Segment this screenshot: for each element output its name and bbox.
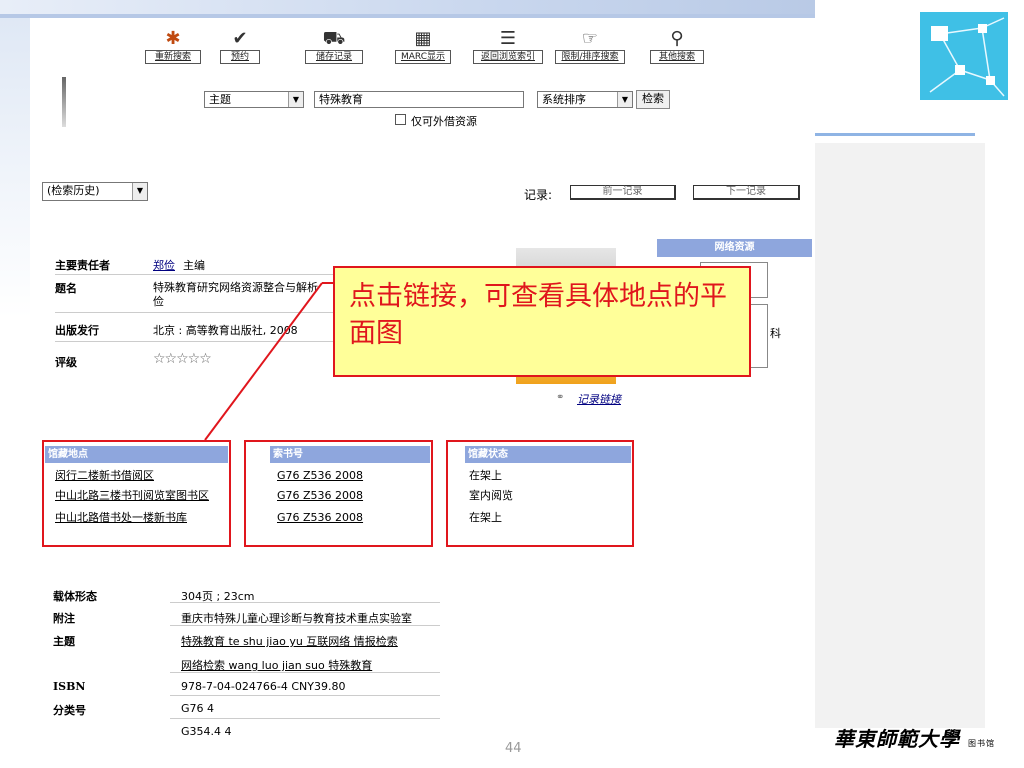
title-value-line1: 特殊教育研究网络资源整合与解析 <box>153 281 318 294</box>
university-logo: 華東師範大學 图书馆 <box>834 727 995 751</box>
history-select[interactable]: (检索历史) ▼ <box>42 182 148 201</box>
title-value-line2: 俭 <box>153 295 164 308</box>
slide-left-strip <box>0 18 30 318</box>
sparkle-icon: ✱ <box>165 28 181 49</box>
sort-select[interactable]: 系统排序 ▼ <box>537 91 633 108</box>
toolbar-other-search-button[interactable]: ⚲ 其他搜索 <box>650 28 704 66</box>
link-icon: ⚭ <box>556 392 565 403</box>
chevron-down-icon: ▼ <box>288 92 303 107</box>
slide-top-line <box>0 14 815 18</box>
toolbar-reserve-button[interactable]: ✔ 预约 <box>220 28 260 66</box>
network-logo-icon <box>920 12 1008 100</box>
isbn-label: ISBN <box>53 680 86 693</box>
search-separator <box>62 77 66 127</box>
format-label: 载体形态 <box>53 590 97 603</box>
chevron-down-icon: ▼ <box>132 183 147 200</box>
note-label: 附注 <box>53 612 75 625</box>
title-label: 题名 <box>55 282 77 295</box>
rating-stars[interactable]: ☆☆☆☆☆ <box>153 351 212 367</box>
loanable-only-label: 仅可外借资源 <box>411 115 477 128</box>
classification-label: 分类号 <box>53 704 86 717</box>
divider <box>55 312 335 313</box>
divider <box>170 625 440 626</box>
slide-accent-line <box>815 133 975 136</box>
subject-link[interactable]: 特殊教育 te shu jiao yu 互联网络 情报检索 <box>181 633 398 649</box>
divider <box>55 274 335 275</box>
magnifier-icon: ⚲ <box>670 28 684 49</box>
isbn-value: 978-7-04-024766-4 CNY39.80 <box>181 680 346 693</box>
toolbar-limit-sort-button[interactable]: ☞ 限制/排序搜索 <box>555 28 625 66</box>
highlight-box-call-number <box>244 440 433 547</box>
page-number: 44 <box>505 741 522 756</box>
toolbar-save-records-button[interactable]: ⛟ 储存记录 <box>305 28 363 66</box>
rating-label: 评级 <box>55 356 77 369</box>
subject-label: 主题 <box>53 635 75 648</box>
hand-search-icon: ☞ <box>581 28 599 49</box>
toolbar-new-search-button[interactable]: ✱ 重新搜索 <box>145 28 201 66</box>
net-resource-partial-label: 科 <box>770 327 781 340</box>
search-field-select[interactable]: 主题 ▼ <box>204 91 304 108</box>
divider <box>170 602 440 603</box>
author-link[interactable]: 郑俭 <box>153 257 175 273</box>
chevron-down-icon: ▼ <box>617 92 632 107</box>
record-nav-label: 记录: <box>524 188 553 202</box>
author-role: 主编 <box>183 259 205 272</box>
net-resources-header: 网络资源 <box>657 239 812 257</box>
annotation-callout: 点击链接，可查看具体地点的平面图 <box>333 266 751 377</box>
divider <box>55 341 335 342</box>
divider <box>170 672 440 673</box>
list-icon: ☰ <box>499 28 517 49</box>
toolbar-marc-display-button[interactable]: ▦ MARC显示 <box>395 28 451 66</box>
classification-value: G354.4 4 <box>181 725 232 738</box>
search-button[interactable]: 检索 <box>636 90 670 109</box>
marc-icon: ▦ <box>414 28 432 49</box>
loanable-only-checkbox[interactable] <box>395 114 406 125</box>
divider <box>170 695 440 696</box>
checkmark-icon: ✔ <box>232 28 248 49</box>
publisher-value: 北京 : 高等教育出版社, 2008 <box>153 324 298 337</box>
publisher-label: 出版发行 <box>55 324 99 337</box>
subject-link[interactable]: 网络检索 wang luo jian suo 特殊教育 <box>181 657 372 673</box>
highlight-box-status <box>446 440 634 547</box>
cart-icon: ⛟ <box>322 28 346 49</box>
highlight-box-location <box>42 440 231 547</box>
search-input[interactable]: 特殊教育 <box>314 91 524 108</box>
record-link[interactable]: 记录链接 <box>577 391 621 407</box>
university-logo-suffix: 图书馆 <box>967 739 995 748</box>
toolbar-browse-index-button[interactable]: ☰ 返回浏览索引 <box>473 28 543 66</box>
classification-value: G76 4 <box>181 702 215 715</box>
slide-gray-panel <box>815 143 985 728</box>
author-label: 主要责任者 <box>55 259 110 272</box>
divider <box>170 718 440 719</box>
next-record-button[interactable]: 下一记录 <box>693 185 800 200</box>
note-value: 重庆市特殊儿童心理诊断与教育技术重点实验室 <box>181 612 412 625</box>
previous-record-button[interactable]: 前一记录 <box>570 185 676 200</box>
